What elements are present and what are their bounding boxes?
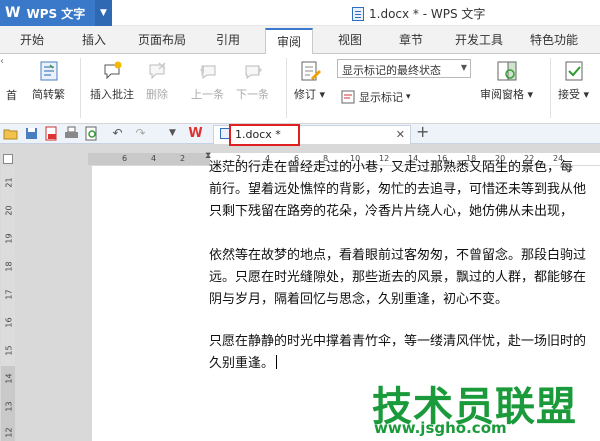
previous-comment-label: 上一条: [191, 88, 224, 101]
wps-logo-icon: W: [5, 5, 21, 21]
review-pane-button[interactable]: 审阅窗格 ▾: [480, 60, 533, 102]
document-icon: [352, 6, 364, 21]
text-line: 久别重逢。: [209, 356, 275, 371]
ruler-mark: 20: [4, 205, 14, 216]
tab-review[interactable]: 审阅: [265, 28, 314, 54]
ruler-mark: 18: [4, 261, 14, 272]
chevron-down-icon: ▼: [460, 63, 467, 72]
simp-trad-button[interactable]: 简转繁: [32, 60, 65, 102]
app-menu-dropdown-icon[interactable]: ▼: [95, 0, 112, 26]
tab-insert[interactable]: 插入: [82, 31, 106, 48]
open-folder-icon[interactable]: [3, 126, 18, 141]
simp-trad-label: 简转繁: [32, 88, 65, 101]
previous-comment-button[interactable]: 上一条: [191, 60, 224, 102]
watermark-url: www.jsgho.com: [374, 419, 507, 437]
chevron-down-icon: ▾: [406, 92, 411, 102]
toolbar-customize-icon[interactable]: ▼: [165, 126, 180, 141]
ruler-mark: 17: [4, 289, 14, 300]
redo-icon[interactable]: ↷: [133, 126, 148, 141]
tab-developer[interactable]: 开发工具: [455, 31, 503, 48]
next-comment-label: 下一条: [236, 88, 269, 101]
text-line: 远。只愿在时光缝隙处，那些逝去的风景，飘过的人群，都能够在: [209, 270, 587, 285]
app-name: WPS 文字: [26, 6, 86, 21]
print-preview-icon[interactable]: [84, 126, 99, 141]
window-title: 1.docx * - WPS 文字: [352, 5, 485, 22]
markup-display-select[interactable]: 显示标记的最终状态 ▼: [337, 59, 471, 78]
next-comment-icon: [245, 65, 262, 79]
wps-w-icon[interactable]: W: [188, 126, 203, 141]
accept-button[interactable]: 接受 ▾: [558, 60, 589, 102]
text-line-last: 久别重逢。: [209, 353, 278, 375]
text-line: 前行。望着远处憔悴的背影，匆忙的去追寻，可惜还未等到我从他: [209, 182, 587, 197]
text-line: 阴与岁月，隔着回忆与思念，久别重逢，初心不变。: [209, 292, 509, 307]
export-pdf-icon[interactable]: [44, 126, 59, 141]
track-changes-button[interactable]: 修订 ▾: [294, 60, 325, 102]
insert-comment-icon: [104, 61, 122, 80]
ruler-mark: 4: [151, 154, 157, 163]
print-icon[interactable]: [64, 126, 79, 141]
text-cursor: [276, 355, 278, 369]
ruler-mark: 12: [4, 427, 14, 438]
ruler-mark: 15: [4, 345, 14, 356]
new-tab-icon[interactable]: +: [416, 122, 429, 141]
ruler-mark: 14: [4, 373, 14, 384]
delete-comment-label: 删除: [146, 88, 168, 101]
tab-home[interactable]: 开始: [20, 31, 44, 48]
tab-view[interactable]: 视图: [338, 31, 362, 48]
track-changes-icon: [301, 61, 321, 81]
title-bar: W WPS 文字 ▼ 1.docx * - WPS 文字: [0, 0, 600, 26]
ruler-mark: 2: [180, 154, 186, 163]
tab-section[interactable]: 章节: [399, 31, 423, 48]
ribbon-tabs: 开始 插入 页面布局 引用 审阅 视图 章节 开发工具 特色功能: [0, 26, 600, 54]
track-changes-label: 修订 ▾: [294, 88, 326, 101]
text-line: 只剩下残留在路旁的花朵，冷香片片绕人心，她仿佛从未出现，: [209, 204, 574, 219]
accept-label: 接受 ▾: [558, 88, 590, 101]
ruler-mark: 16: [4, 317, 14, 328]
ribbon-separator: [550, 58, 551, 118]
ruler-mark: 13: [4, 401, 14, 412]
review-ribbon: ‹ 首 简转繁 插入批注 删除 上一条 下一条 修订 ▾ 显示标记的最终状态 ▼…: [0, 54, 600, 124]
wps-window: W WPS 文字 ▼ 1.docx * - WPS 文字 开始 插入 页面布局 …: [0, 0, 600, 441]
show-markup-icon: [341, 90, 355, 104]
text-line: 依然等在故梦的地点，看着眼前过客匆匆，不曾留念。那段白驹过: [209, 248, 587, 263]
review-pane-label: 审阅窗格 ▾: [480, 88, 534, 101]
highlight-box: [229, 124, 300, 146]
ribbon-separator: [286, 58, 287, 118]
window-title-text: 1.docx * - WPS 文字: [369, 7, 486, 21]
insert-comment-label: 插入批注: [90, 88, 134, 101]
previous-comment-icon: [199, 65, 215, 79]
partial-button[interactable]: 首: [6, 87, 17, 103]
delete-comment-icon: [149, 62, 166, 80]
text-line: 迷茫的行走在曾经走过的小巷，又走过那熟悉又陌生的景色，每: [209, 160, 574, 175]
partial-button-label: 首: [6, 89, 17, 102]
close-tab-icon[interactable]: ✕: [396, 128, 405, 141]
review-pane-icon: [497, 61, 517, 81]
tab-stop-selector[interactable]: [3, 154, 13, 164]
show-markup-label: 显示标记: [359, 91, 403, 104]
markup-display-value: 显示标记的最终状态: [342, 64, 441, 77]
delete-comment-button[interactable]: 删除: [146, 60, 168, 102]
ribbon-separator: [80, 58, 81, 118]
simp-trad-icon: [40, 61, 57, 81]
ruler-mark: 21: [4, 177, 14, 188]
undo-icon[interactable]: ↶: [110, 126, 125, 141]
insert-comment-button[interactable]: 插入批注: [90, 60, 134, 102]
ruler-mark: 6: [122, 154, 128, 163]
vertical-ruler[interactable]: 21 20 19 18 17 16 15 14 13 12: [1, 166, 15, 441]
quick-access-toolbar: ↶ ↷ ▼ W 1.docx * ✕ +: [0, 122, 600, 144]
next-comment-button[interactable]: 下一条: [236, 60, 269, 102]
text-line: 只愿在静静的时光中撑着青竹伞，等一缕清风伴忧，赴一场旧时的: [209, 334, 587, 349]
tab-page-layout[interactable]: 页面布局: [138, 31, 186, 48]
tab-references[interactable]: 引用: [216, 31, 240, 48]
tab-features[interactable]: 特色功能: [530, 31, 578, 48]
show-markup-button[interactable]: 显示标记 ▾: [341, 89, 411, 105]
accept-icon: [565, 61, 583, 81]
save-icon[interactable]: [24, 126, 39, 141]
ruler-mark: 19: [4, 233, 14, 244]
